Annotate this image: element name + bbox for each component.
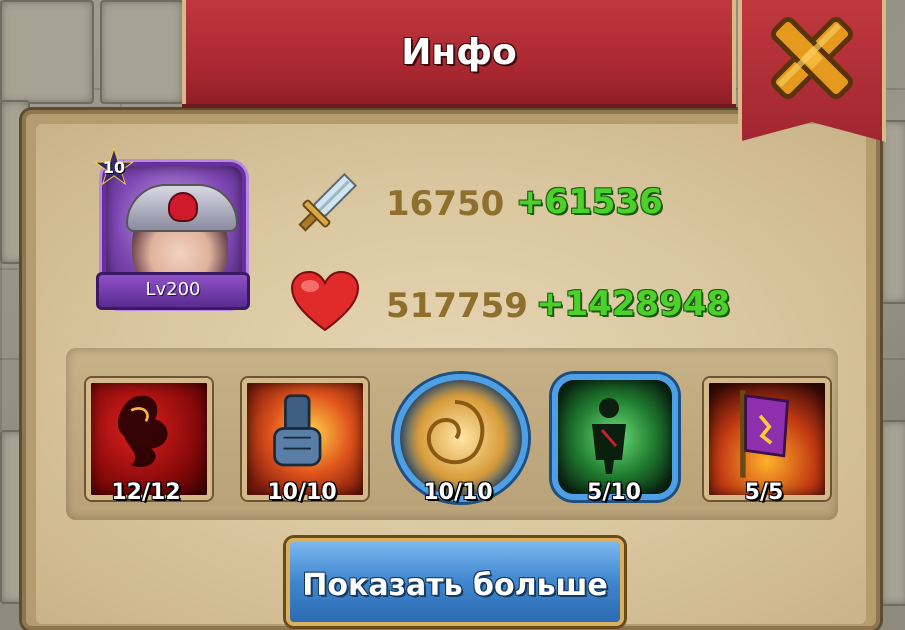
skill-level: 10/10 <box>267 480 337 505</box>
health-base-value: 517759 <box>386 286 528 326</box>
skill-slot[interactable]: 5/5 <box>698 374 830 505</box>
hero-portrait[interactable]: 10 Lv200 <box>93 147 250 318</box>
show-more-button[interactable]: Показать больше <box>286 538 624 626</box>
close-button[interactable] <box>738 0 886 142</box>
sword-icon <box>298 172 358 232</box>
heart-icon <box>290 270 360 332</box>
stone-block <box>880 120 905 304</box>
attack-base-value: 16750 <box>386 184 505 224</box>
show-more-label: Показать больше <box>302 568 608 603</box>
armored-fist-glyph <box>273 394 322 467</box>
hero-level-bar: Lv200 <box>96 272 250 310</box>
purple-banner-glyph <box>740 390 789 478</box>
hero-level: Lv200 <box>145 279 201 300</box>
stone-block <box>0 0 94 104</box>
close-icon <box>770 16 854 100</box>
skill-slot[interactable]: 5/10 <box>548 374 680 505</box>
golden-shell-glyph <box>426 400 485 465</box>
skill-level: 12/12 <box>111 480 181 505</box>
attack-bonus-value: +61536 <box>516 182 663 222</box>
skill-slot[interactable]: 12/12 <box>80 374 212 505</box>
skill-slot[interactable]: 10/10 <box>392 374 528 505</box>
health-bonus-value: +1428948 <box>536 284 731 324</box>
stone-block <box>100 0 184 104</box>
flame-figure-glyph <box>117 395 168 468</box>
skill-level: 5/10 <box>587 480 641 505</box>
skull-icon <box>168 192 198 222</box>
hero-star-count: 10 <box>102 158 126 177</box>
skill-slot[interactable]: 10/10 <box>236 374 368 505</box>
skill-level: 5/5 <box>744 480 784 505</box>
title-banner: Инфо <box>182 0 736 104</box>
stone-block <box>880 420 905 606</box>
green-silhouette-glyph <box>592 398 626 474</box>
skill-level: 10/10 <box>423 480 493 505</box>
window-title: Инфо <box>401 32 517 73</box>
